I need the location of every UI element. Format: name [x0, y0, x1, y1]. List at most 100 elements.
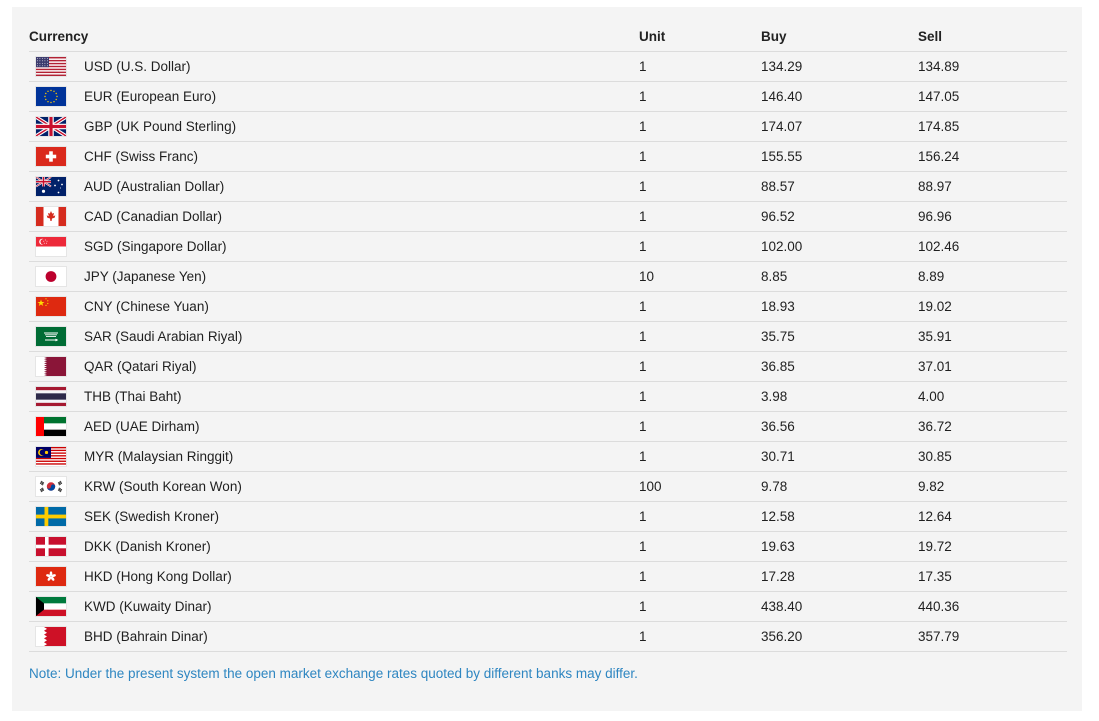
sell-rate-cell: 174.85: [918, 111, 1067, 142]
sell-rate-cell: 134.89: [918, 51, 1067, 82]
unit-cell: 1: [639, 501, 761, 532]
ca-flag-icon: [36, 207, 66, 226]
currency-cell: AUD (Australian Dollar): [29, 171, 639, 202]
currency-name: THB (Thai Baht): [84, 389, 182, 404]
sell-rate-cell: 357.79: [918, 621, 1067, 652]
currency-name: EUR (European Euro): [84, 89, 217, 104]
ae-flag-icon: [36, 417, 66, 436]
kw-flag-icon: [36, 597, 66, 616]
currency-name: GBP (UK Pound Sterling): [84, 119, 237, 134]
sell-rate-cell: 96.96: [918, 201, 1067, 232]
au-flag-icon: [36, 177, 66, 196]
currency-cell: DKK (Danish Kroner): [29, 531, 639, 562]
table-row: GBP (UK Pound Sterling) 1 174.07 174.85: [29, 111, 1067, 142]
currency-name: USD (U.S. Dollar): [84, 59, 191, 74]
currency-name: MYR (Malaysian Ringgit): [84, 449, 234, 464]
buy-rate-cell: 146.40: [761, 81, 918, 112]
unit-cell: 1: [639, 51, 761, 82]
cn-flag-icon: [36, 297, 66, 316]
unit-cell: 1: [639, 591, 761, 622]
sell-rate-cell: 88.97: [918, 171, 1067, 202]
buy-rate-cell: 36.56: [761, 411, 918, 442]
ch-flag-icon: [36, 147, 66, 166]
buy-rate-cell: 356.20: [761, 621, 918, 652]
currency-name: SEK (Swedish Kroner): [84, 509, 220, 524]
bh-flag-icon: [36, 627, 66, 646]
currency-cell: USD (U.S. Dollar): [29, 51, 639, 82]
table-row: QAR (Qatari Riyal) 1 36.85 37.01: [29, 351, 1067, 382]
unit-cell: 1: [639, 621, 761, 652]
currency-name: BHD (Bahrain Dinar): [84, 629, 208, 644]
table-row: KRW (South Korean Won) 100 9.78 9.82: [29, 471, 1067, 502]
buy-rate-cell: 12.58: [761, 501, 918, 532]
buy-rate-cell: 30.71: [761, 441, 918, 472]
currency-cell: HKD (Hong Kong Dollar): [29, 561, 639, 592]
currency-cell: BHD (Bahrain Dinar): [29, 621, 639, 652]
currency-name: QAR (Qatari Riyal): [84, 359, 197, 374]
table-row: DKK (Danish Kroner) 1 19.63 19.72: [29, 531, 1067, 562]
buy-rate-cell: 3.98: [761, 381, 918, 412]
sell-rate-cell: 440.36: [918, 591, 1067, 622]
currency-name: KRW (South Korean Won): [84, 479, 242, 494]
table-row: HKD (Hong Kong Dollar) 1 17.28 17.35: [29, 561, 1067, 592]
th-flag-icon: [36, 387, 66, 406]
buy-rate-cell: 102.00: [761, 231, 918, 262]
unit-cell: 1: [639, 291, 761, 322]
buy-column-header: Buy: [761, 22, 918, 52]
us-flag-icon: [36, 57, 66, 76]
table-row: AUD (Australian Dollar) 1 88.57 88.97: [29, 171, 1067, 202]
unit-cell: 1: [639, 351, 761, 382]
unit-cell: 10: [639, 261, 761, 292]
hk-flag-icon: [36, 567, 66, 586]
sell-rate-cell: 147.05: [918, 81, 1067, 112]
unit-cell: 1: [639, 141, 761, 172]
unit-cell: 1: [639, 561, 761, 592]
buy-rate-cell: 19.63: [761, 531, 918, 562]
unit-cell: 100: [639, 471, 761, 502]
unit-cell: 1: [639, 81, 761, 112]
currency-name: KWD (Kuwaity Dinar): [84, 599, 212, 614]
table-row: SAR (Saudi Arabian Riyal) 1 35.75 35.91: [29, 321, 1067, 352]
currency-column-header: Currency: [29, 22, 639, 52]
unit-cell: 1: [639, 201, 761, 232]
currency-cell: QAR (Qatari Riyal): [29, 351, 639, 382]
unit-cell: 1: [639, 381, 761, 412]
table-row: JPY (Japanese Yen) 10 8.85 8.89: [29, 261, 1067, 292]
currency-cell: CHF (Swiss Franc): [29, 141, 639, 172]
sell-rate-cell: 17.35: [918, 561, 1067, 592]
currency-name: CAD (Canadian Dollar): [84, 209, 223, 224]
sell-rate-cell: 4.00: [918, 381, 1067, 412]
currency-cell: MYR (Malaysian Ringgit): [29, 441, 639, 472]
buy-rate-cell: 438.40: [761, 591, 918, 622]
sg-flag-icon: [36, 237, 66, 256]
currency-cell: SAR (Saudi Arabian Riyal): [29, 321, 639, 352]
table-row: KWD (Kuwaity Dinar) 1 438.40 440.36: [29, 591, 1067, 622]
currency-name: DKK (Danish Kroner): [84, 539, 211, 554]
currency-cell: CNY (Chinese Yuan): [29, 291, 639, 322]
currency-cell: JPY (Japanese Yen): [29, 261, 639, 292]
sell-rate-cell: 12.64: [918, 501, 1067, 532]
unit-cell: 1: [639, 321, 761, 352]
table-row: CNY (Chinese Yuan) 1 18.93 19.02: [29, 291, 1067, 322]
currency-cell: GBP (UK Pound Sterling): [29, 111, 639, 142]
sell-rate-cell: 30.85: [918, 441, 1067, 472]
buy-rate-cell: 134.29: [761, 51, 918, 82]
table-header-row: Currency Unit Buy Sell: [29, 22, 1067, 52]
table-row: USD (U.S. Dollar) 1 134.29 134.89: [29, 51, 1067, 82]
currency-name: CNY (Chinese Yuan): [84, 299, 209, 314]
sell-rate-cell: 9.82: [918, 471, 1067, 502]
table-row: MYR (Malaysian Ringgit) 1 30.71 30.85: [29, 441, 1067, 472]
unit-column-header: Unit: [639, 22, 761, 52]
buy-rate-cell: 36.85: [761, 351, 918, 382]
currency-cell: KWD (Kuwaity Dinar): [29, 591, 639, 622]
sell-rate-cell: 156.24: [918, 141, 1067, 172]
sell-rate-cell: 102.46: [918, 231, 1067, 262]
currency-cell: SGD (Singapore Dollar): [29, 231, 639, 262]
unit-cell: 1: [639, 531, 761, 562]
disclaimer-note: Note: Under the present system the open …: [29, 666, 638, 681]
table-row: THB (Thai Baht) 1 3.98 4.00: [29, 381, 1067, 412]
unit-cell: 1: [639, 441, 761, 472]
table-row: AED (UAE Dirham) 1 36.56 36.72: [29, 411, 1067, 442]
table-body: USD (U.S. Dollar) 1 134.29 134.89 EUR (Europ…: [29, 51, 1067, 652]
unit-cell: 1: [639, 231, 761, 262]
